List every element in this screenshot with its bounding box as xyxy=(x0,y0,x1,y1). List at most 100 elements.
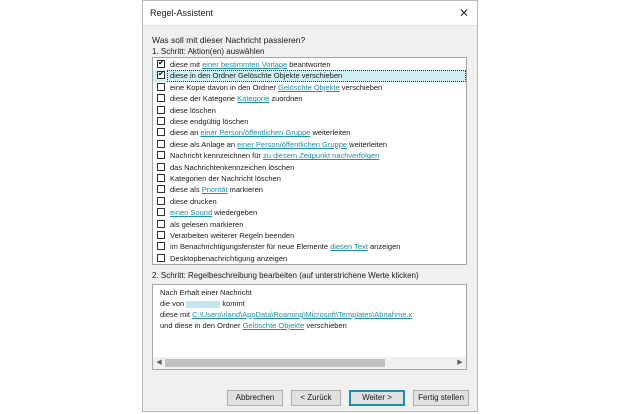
action-item[interactable]: als gelesen markieren xyxy=(153,219,466,231)
action-text: diese mit xyxy=(170,60,203,69)
template-path-link[interactable]: C:\Users\rland\AppData\Roaming\Microsoft… xyxy=(192,310,412,319)
action-item[interactable]: Kategorien der Nachricht löschen xyxy=(153,173,466,185)
next-button[interactable]: Weiter > xyxy=(349,390,405,406)
action-value-link[interactable]: einer Person/öffentlichen Gruppe xyxy=(237,140,347,149)
action-checkbox[interactable] xyxy=(157,117,165,125)
folder-link[interactable]: Gelöschte Objekte xyxy=(243,321,305,330)
action-text: zuordnen xyxy=(269,94,303,104)
action-label: im Benachrichtigungsfenster für neue Ele… xyxy=(170,242,400,252)
step2-label: 2. Schritt: Regelbeschreibung bearbeiten… xyxy=(152,271,419,280)
action-text: diese löschen xyxy=(170,105,216,115)
description-line-3: diese mit C:\Users\rland\AppData\Roaming… xyxy=(160,310,412,320)
title-bar: Regel-Assistent ✕ xyxy=(143,1,477,26)
action-text: diese in den Ordner Gelöschte Objekte ve… xyxy=(170,71,343,81)
action-checkbox[interactable] xyxy=(157,94,165,103)
back-button[interactable]: < Zurück xyxy=(291,390,341,406)
action-item[interactable]: ✔ diese mit einer bestimmten Vorlage bean… xyxy=(153,58,466,71)
action-label: als gelesen markieren xyxy=(170,220,243,230)
description-line-1: Nach Erhalt einer Nachricht xyxy=(160,288,252,297)
description-sender-prefix: die von xyxy=(160,299,185,308)
question-label: Was soll mit dieser Nachricht passieren? xyxy=(152,35,306,45)
action-label: das Nachrichtenkennzeichen löschen xyxy=(170,163,294,173)
action-label: diese als Anlage an einer Person/öffentl… xyxy=(170,140,387,150)
action-checkbox[interactable] xyxy=(157,162,165,171)
action-checkbox[interactable] xyxy=(157,219,165,228)
action-item[interactable]: Nachricht kennzeichnen für zu diesem Zei… xyxy=(153,150,466,162)
action-checkbox[interactable] xyxy=(157,253,165,262)
step1-label: 1. Schritt: Aktion(en) auswählen xyxy=(152,47,265,56)
actions-list[interactable]: ✔ diese mit einer bestimmten Vorlage bean… xyxy=(152,57,467,265)
action-value-link[interactable]: einen Sound xyxy=(170,208,212,217)
scroll-right-icon[interactable]: ▶ xyxy=(455,358,465,368)
action-checkbox[interactable]: ✔ xyxy=(157,58,165,68)
action-text: anzeigen xyxy=(367,242,401,252)
action-checkbox[interactable] xyxy=(157,105,165,114)
action-item[interactable]: ✔ diese in den Ordner Gelöschte Objekte v… xyxy=(153,69,466,82)
action-checkbox[interactable]: ✔ xyxy=(157,69,165,80)
description-template-prefix: diese mit xyxy=(160,310,193,319)
action-item[interactable]: diese löschen xyxy=(153,105,466,117)
action-checkbox[interactable] xyxy=(157,208,165,217)
action-text: Nachricht kennzeichnen für xyxy=(170,151,263,161)
action-item[interactable]: diese als Priorität markieren xyxy=(153,184,466,196)
action-label: diese mit einer bestimmten Vorlage beant… xyxy=(170,60,331,70)
close-icon[interactable]: ✕ xyxy=(455,4,473,22)
action-item[interactable]: Desktopbenachrichtigung anzeigen xyxy=(153,253,466,264)
action-label: diese in den Ordner Gelöschte Objekte ve… xyxy=(170,71,342,81)
description-folder-prefix: und diese in den Ordner xyxy=(160,321,243,330)
action-value-link[interactable]: einer Person/öffentlichen Gruppe xyxy=(200,128,310,137)
action-checkbox[interactable] xyxy=(157,185,165,194)
action-item[interactable]: diese der Kategorie Kategorie zuordnen xyxy=(153,93,466,105)
action-item[interactable]: eine Kopie davon in den Ordner Gelöschte… xyxy=(153,82,466,94)
cancel-button[interactable]: Abbrechen xyxy=(227,390,283,406)
action-value-link[interactable]: Gelöschte Objekte xyxy=(278,83,340,92)
finish-button[interactable]: Fertig stellen xyxy=(413,390,469,406)
scroll-left-icon[interactable]: ◀ xyxy=(154,358,164,368)
scrollbar-thumb[interactable] xyxy=(165,359,385,367)
action-label: Kategorien der Nachricht löschen xyxy=(170,174,281,184)
action-text: im Benachrichtigungsfenster für neue Ele… xyxy=(170,242,331,252)
checkmark-icon: ✔ xyxy=(158,69,165,79)
action-checkbox[interactable] xyxy=(157,231,165,239)
action-value-link[interactable]: zu diesem Zeitpunkt nachverfolgen xyxy=(263,151,379,160)
action-value-link[interactable]: Kategorie xyxy=(237,94,269,103)
action-item[interactable]: diese als Anlage an einer Person/öffentl… xyxy=(153,139,466,151)
checkmark-icon: ✔ xyxy=(158,58,165,67)
action-label: diese an einer Person/öffentlichen Grupp… xyxy=(170,128,350,138)
action-text: diese als xyxy=(170,185,202,195)
action-text: verschieben xyxy=(339,82,383,92)
action-text: Verarbeiten weiterer Regeln beenden xyxy=(170,231,295,240)
action-item[interactable]: diese drucken xyxy=(153,196,466,208)
action-value-link[interactable]: einer bestimmten Vorlage xyxy=(202,60,287,69)
action-label: diese endgültig löschen xyxy=(170,117,248,127)
rules-wizard-dialog: Regel-Assistent ✕ Was soll mit dieser Na… xyxy=(142,0,478,412)
action-checkbox[interactable] xyxy=(157,128,165,137)
action-text: diese als Anlage an xyxy=(170,139,238,149)
horizontal-scrollbar[interactable]: ◀ ▶ xyxy=(153,357,466,369)
action-checkbox[interactable] xyxy=(157,174,165,182)
action-checkbox[interactable] xyxy=(157,196,165,205)
action-checkbox[interactable] xyxy=(157,82,165,91)
description-line-2: die von kommt xyxy=(160,299,245,309)
action-item[interactable]: Verarbeiten weiterer Regeln beenden xyxy=(153,230,466,242)
action-label: einen Sound wiedergeben xyxy=(170,208,257,218)
action-label: diese löschen xyxy=(170,106,216,116)
action-checkbox[interactable] xyxy=(157,151,165,160)
action-label: diese als Priorität markieren xyxy=(170,185,263,195)
action-text: markieren xyxy=(227,185,263,195)
action-item[interactable]: das Nachrichtenkennzeichen löschen xyxy=(153,162,466,174)
action-item[interactable]: einen Sound wiedergeben xyxy=(153,207,466,219)
action-text: beantworten xyxy=(287,60,331,69)
action-value-link[interactable]: Priorität xyxy=(202,185,228,194)
action-item[interactable]: diese endgültig löschen xyxy=(153,116,466,128)
action-label: diese drucken xyxy=(170,197,217,207)
description-sender-suffix: kommt xyxy=(220,299,245,308)
action-checkbox[interactable] xyxy=(157,139,165,148)
action-item[interactable]: im Benachrichtigungsfenster für neue Ele… xyxy=(153,241,466,253)
action-text: das Nachrichtenkennzeichen löschen xyxy=(170,162,295,172)
action-text: diese an xyxy=(170,128,201,138)
action-value-link[interactable]: diesen Text xyxy=(330,242,368,251)
action-item[interactable]: diese an einer Person/öffentlichen Grupp… xyxy=(153,127,466,139)
rule-description-box[interactable]: Nach Erhalt einer Nachricht die von komm… xyxy=(152,284,467,370)
action-checkbox[interactable] xyxy=(157,242,165,251)
